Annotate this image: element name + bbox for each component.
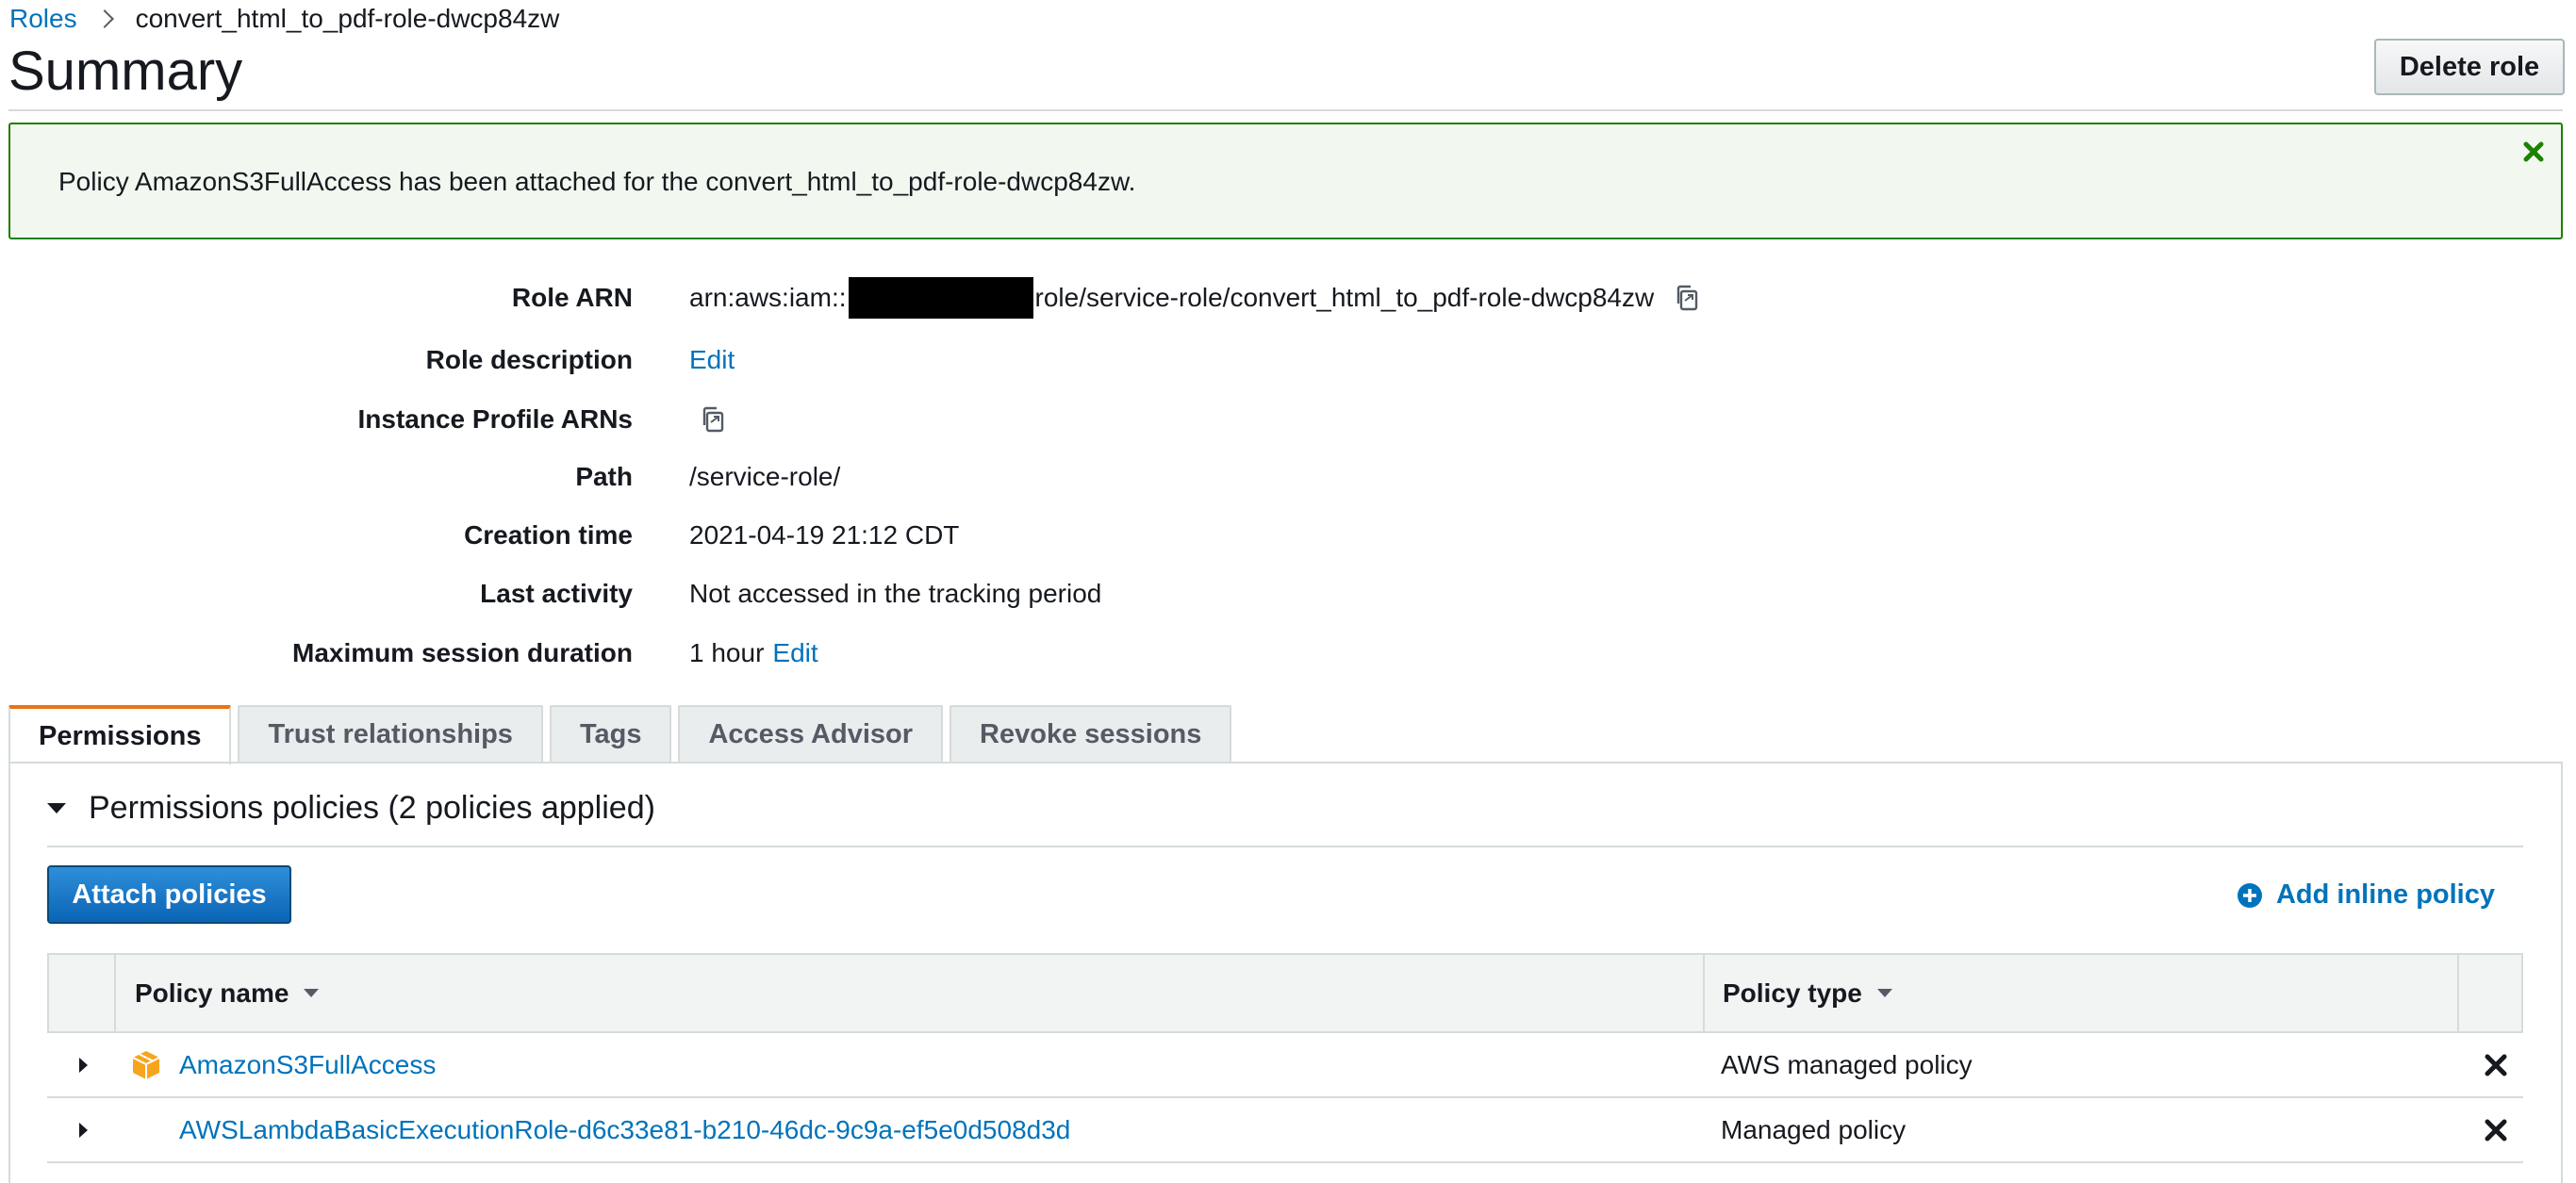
table-row: AWSLambdaBasicExecutionRole-d6c33e81-b21…	[47, 1098, 2523, 1163]
title-divider	[8, 109, 2563, 111]
policy-name-cell: AWSLambdaBasicExecutionRole-d6c33e81-b21…	[179, 1098, 1070, 1161]
close-icon[interactable]	[2519, 138, 2548, 166]
row-expander[interactable]	[79, 1098, 88, 1161]
section-divider	[47, 846, 2523, 847]
caret-right-icon	[79, 1122, 88, 1138]
instance-profile-row: Instance Profile ARNs	[0, 401, 1886, 438]
close-icon	[2485, 1119, 2507, 1141]
instance-profile-label: Instance Profile ARNs	[357, 404, 633, 434]
table-row: AmazonS3FullAccess AWS managed policy	[47, 1033, 2523, 1098]
column-divider	[114, 955, 116, 1031]
permissions-policies-title: Permissions policies (2 policies applied…	[89, 790, 655, 826]
redacted-account-id	[848, 277, 1033, 319]
max-session-edit-link[interactable]: Edit	[772, 638, 817, 668]
policy-name-header-label: Policy name	[135, 978, 289, 1008]
column-divider	[2457, 955, 2459, 1031]
plus-circle-icon	[2237, 882, 2262, 908]
policy-type-header-label: Policy type	[1723, 978, 1862, 1008]
copy-icon[interactable]	[1671, 282, 1703, 314]
role-description-edit-link[interactable]: Edit	[689, 345, 735, 375]
caret-right-icon	[79, 1057, 88, 1073]
delete-role-button[interactable]: Delete role	[2374, 39, 2565, 95]
copy-icon[interactable]	[697, 403, 729, 435]
creation-time-value: 2021-04-19 21:12 CDT	[689, 520, 960, 550]
tab-tags[interactable]: Tags	[549, 705, 672, 763]
success-flash: Policy AmazonS3FullAccess has been attac…	[8, 123, 2563, 239]
role-arn-label: Role ARN	[511, 283, 633, 312]
flash-message: Policy AmazonS3FullAccess has been attac…	[58, 167, 1136, 196]
path-label: Path	[575, 462, 633, 491]
add-inline-policy-label: Add inline policy	[2275, 879, 2495, 910]
policy-type-cell: AWS managed policy	[1721, 1049, 1973, 1079]
attach-policies-button[interactable]: Attach policies	[47, 865, 291, 924]
add-inline-policy-button[interactable]: Add inline policy	[2237, 879, 2495, 911]
max-session-duration: 1 hour	[689, 638, 765, 667]
column-divider	[1703, 955, 1705, 1031]
path-value: /service-role/	[689, 462, 841, 491]
policy-type-cell: Managed policy	[1721, 1114, 1907, 1144]
last-activity-label: Last activity	[480, 579, 633, 608]
column-header-policy-name[interactable]: Policy name	[135, 955, 320, 1031]
permissions-policies-header[interactable]: Permissions policies (2 policies applied…	[47, 790, 655, 827]
path-row: Path /service-role/	[0, 458, 1886, 496]
tab-permissions[interactable]: Permissions	[8, 705, 232, 764]
tab-revoke-sessions[interactable]: Revoke sessions	[949, 705, 1232, 763]
role-arn-prefix: arn:aws:iam::	[689, 283, 847, 312]
row-expander[interactable]	[79, 1033, 88, 1096]
caret-down-icon	[47, 803, 66, 813]
remove-policy-button[interactable]	[2484, 1098, 2508, 1161]
role-description-label: Role description	[425, 345, 633, 374]
max-session-label: Maximum session duration	[292, 638, 633, 667]
aws-managed-box-icon	[130, 1033, 162, 1096]
tab-trust-relationships[interactable]: Trust relationships	[238, 705, 543, 763]
breadcrumb-current: convert_html_to_pdf-role-dwcp84zw	[135, 4, 560, 33]
instance-profile-value	[680, 403, 729, 435]
creation-time-row: Creation time 2021-04-19 21:12 CDT	[0, 517, 1886, 554]
breadcrumb-roles-link[interactable]: Roles	[9, 2, 77, 36]
role-arn-suffix: role/service-role/convert_html_to_pdf-ro…	[1034, 283, 1655, 312]
tab-access-advisor[interactable]: Access Advisor	[678, 705, 944, 763]
policy-name-link[interactable]: AWSLambdaBasicExecutionRole-d6c33e81-b21…	[179, 1115, 1070, 1145]
sort-down-icon	[1876, 989, 1892, 997]
role-description-row: Role description Edit	[0, 341, 1886, 379]
column-header-policy-type[interactable]: Policy type	[1723, 955, 1892, 1031]
last-activity-value: Not accessed in the tracking period	[689, 579, 1102, 608]
role-description-value: Edit	[689, 345, 735, 375]
max-session-row: Maximum session duration 1 hour Edit	[0, 634, 1886, 672]
remove-policy-button[interactable]	[2484, 1033, 2508, 1096]
last-activity-row: Last activity Not accessed in the tracki…	[0, 575, 1886, 613]
close-icon	[2485, 1054, 2507, 1076]
policy-name-cell: AmazonS3FullAccess	[179, 1033, 436, 1096]
policies-table: Policy name Policy type AmazonS3FullAcce…	[47, 953, 2523, 1163]
chevron-right-icon	[94, 9, 114, 28]
max-session-value: 1 hour Edit	[689, 638, 818, 668]
breadcrumb: Roles convert_html_to_pdf-role-dwcp84zw	[9, 2, 559, 36]
page-title: Summary	[8, 41, 243, 102]
iam-role-summary-page: Roles convert_html_to_pdf-role-dwcp84zw …	[0, 0, 2576, 1183]
table-header: Policy name Policy type	[47, 953, 2523, 1033]
policy-name-link[interactable]: AmazonS3FullAccess	[179, 1050, 436, 1080]
role-arn-row: Role ARN arn:aws:iam:: role/service-role…	[0, 277, 1886, 319]
role-arn-value: arn:aws:iam:: role/service-role/convert_…	[689, 277, 1703, 319]
creation-time-label: Creation time	[464, 520, 633, 550]
sort-down-icon	[304, 989, 320, 997]
tab-bar: Permissions Trust relationships Tags Acc…	[8, 705, 1238, 764]
